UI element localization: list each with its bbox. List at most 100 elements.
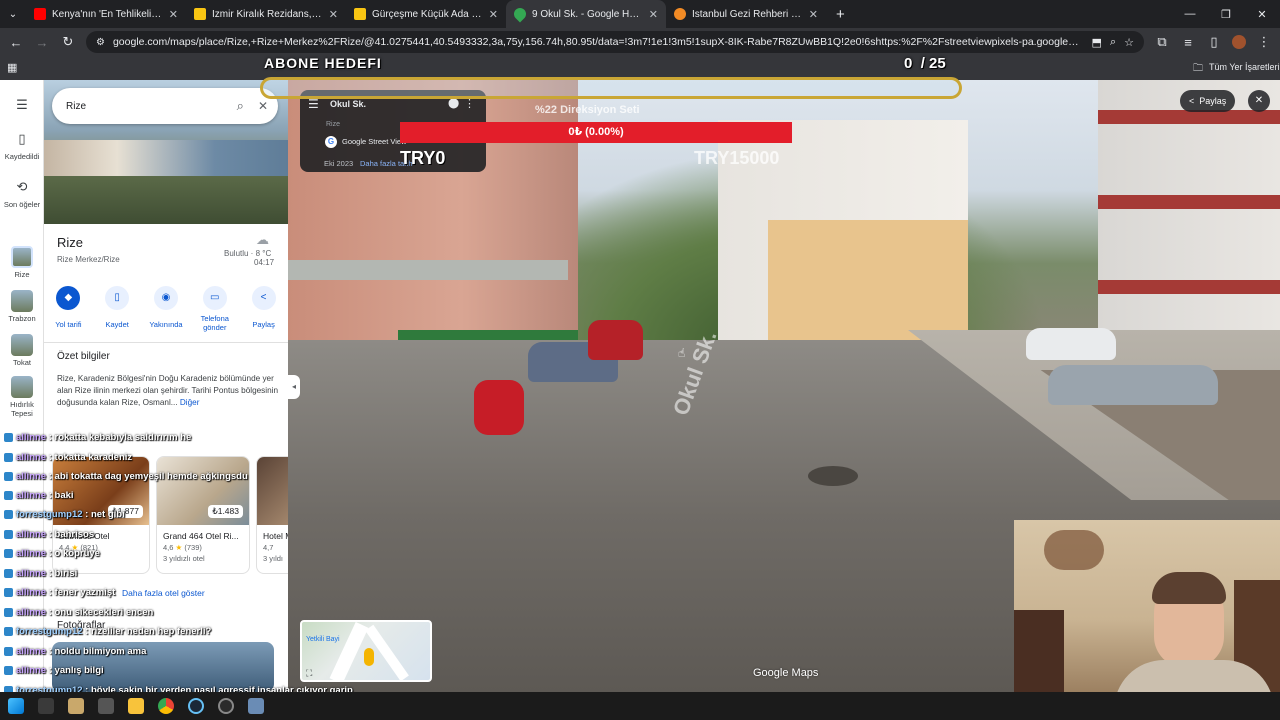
send-to-phone-button[interactable]: ▭ Telefona gönder [193, 286, 237, 338]
rail-label: Rize [14, 270, 30, 279]
close-tab-icon[interactable]: ✕ [329, 8, 338, 21]
close-window-button[interactable]: ✕ [1244, 8, 1280, 21]
close-street-view-button[interactable]: ✕ [1248, 90, 1270, 112]
place-actions: ◆ Yol tarifi ▯ Kaydet ◉ Yakınında ▭ Telefona… [44, 286, 288, 338]
youtube-icon [34, 8, 46, 20]
address-bar[interactable]: ⚙ google.com/maps/place/Rize,+Rize+Merke… [86, 31, 1144, 53]
nearby-button[interactable]: ◉ Yakınında [144, 286, 188, 338]
clear-search-icon[interactable]: ✕ [258, 99, 268, 113]
expand-map-icon[interactable]: ⛶ [306, 668, 312, 679]
calculator-icon[interactable] [248, 698, 264, 714]
zoom-icon[interactable]: ⌕ [1110, 36, 1116, 49]
rail-label: Trabzon [8, 314, 36, 323]
back-arrow-icon[interactable]: ☰ [308, 97, 319, 111]
rail-item-saved[interactable]: ▯ Kaydedildi [0, 128, 44, 161]
browser-menu-icon[interactable]: ⋮ [1256, 34, 1272, 50]
close-tab-icon[interactable]: ✕ [809, 8, 818, 21]
reload-icon[interactable]: ↻ [60, 34, 76, 50]
site-info-icon[interactable]: ⚙ [96, 37, 105, 48]
browser-tab[interactable]: İstanbul Gezi Rehberi - İstanbul ✕ [666, 0, 826, 28]
rail-item-hidirlik[interactable]: Hıdırlık Tepesi [0, 376, 44, 418]
collapse-panel-button[interactable]: ◂ [288, 375, 300, 399]
obs-icon[interactable] [218, 698, 234, 714]
windows-start-icon[interactable] [8, 698, 24, 714]
back-arrow-icon[interactable]: ← [8, 35, 24, 50]
action-label: Paylaş [252, 320, 275, 329]
minimize-window-button[interactable]: — [1172, 8, 1208, 20]
task-view-icon[interactable] [98, 698, 114, 714]
browser-tab[interactable]: İzmir Kiralık Rezidans, Villa, Müs ✕ [186, 0, 346, 28]
chat-message: allinne : onu sikecekleri encen [4, 607, 153, 618]
forward-arrow-icon[interactable]: → [34, 35, 50, 50]
close-tab-icon[interactable]: ✕ [489, 8, 498, 21]
chat-badge-icon [4, 568, 13, 578]
bookmark-star-icon[interactable]: ☆ [1124, 36, 1134, 49]
chat-username: allinne [16, 665, 47, 676]
share-button[interactable]: < Paylaş [242, 286, 286, 338]
action-label: Kaydet [105, 320, 129, 329]
sidebar-icon[interactable]: ▯ [1206, 34, 1222, 50]
travel-guide-icon [674, 8, 686, 20]
share-label: Paylaş [1199, 96, 1227, 106]
action-label: Yol tarifi [55, 320, 82, 329]
place-thumb [11, 290, 33, 312]
mini-map[interactable]: Yetkili Bayi ⛶ [300, 620, 432, 682]
widgets-icon[interactable] [68, 698, 84, 714]
chat-message: forrestgump12 : rizeliler neden hep fene… [4, 626, 211, 637]
rail-item-rize[interactable]: Rize [0, 246, 44, 279]
chat-message: allinne : rokatta kebabıyla saldırırım h… [4, 432, 191, 443]
share-button-sv[interactable]: < Paylaş [1180, 90, 1236, 112]
browser-tab[interactable]: Gürçeşme Küçük Ada Mahallesi ✕ [346, 0, 506, 28]
more-hotels-link[interactable]: Daha fazla otel göster [122, 588, 205, 598]
chat-badge-icon [4, 626, 13, 636]
search-icon[interactable]: ⌕ [237, 98, 244, 114]
close-tab-icon[interactable]: ✕ [649, 8, 658, 21]
browser-toolbar: ← → ↻ ⚙ google.com/maps/place/Rize,+Rize… [0, 28, 1280, 56]
menu-button[interactable]: ☰ [0, 94, 44, 118]
restore-window-button[interactable]: ❐ [1208, 8, 1244, 21]
more-link[interactable]: Diğer [180, 398, 200, 407]
chat-text: fener yazmişt [54, 587, 116, 598]
folder-icon[interactable]: 🗀 [1193, 61, 1203, 78]
manhole-cover [808, 466, 858, 486]
directions-button[interactable]: ◆ Yol tarifi [46, 286, 90, 338]
apps-grid-icon[interactable]: ▦ [7, 61, 17, 74]
chat-username: allinne [16, 646, 47, 657]
rating-value: 4,7 [263, 543, 274, 552]
chat-badge-icon [4, 509, 13, 519]
cursor-icon: ☝ [678, 346, 686, 360]
rail-item-tokat[interactable]: Tokat [0, 334, 44, 367]
extensions-icon[interactable]: ⧉ [1154, 34, 1170, 50]
chat-text: abi tokatta dag yemyeşil hemde ağkingsdu [54, 471, 248, 482]
subscriber-goal-bar [260, 77, 962, 99]
steam-icon[interactable] [188, 698, 204, 714]
chrome-icon[interactable] [158, 698, 174, 714]
hotel-card[interactable]: Hotel M 4,7 3 yıldı [256, 456, 288, 574]
location-pin-icon[interactable]: ⬤ [448, 98, 459, 109]
save-button[interactable]: ▯ Kaydet [95, 286, 139, 338]
chat-badge-icon [4, 529, 13, 539]
close-tab-icon[interactable]: ✕ [169, 8, 178, 21]
chat-text: rizeliler neden hep fenerli? [90, 626, 212, 637]
chat-badge-icon [4, 490, 13, 500]
rail-item-recent[interactable]: ⟲ Son öğeler [0, 176, 44, 209]
chat-username: allinne [16, 548, 47, 559]
tab-list-icon[interactable]: ⌄ [0, 9, 26, 20]
browser-tab-bar: ⌄ Kenya'nın 'En Tehlikeli' Mahalle ✕ İzmi… [0, 0, 1280, 28]
browser-tab-active[interactable]: 9 Okul Sk. - Google Haritalar ✕ [506, 0, 666, 28]
search-input[interactable]: Rize [66, 101, 237, 112]
file-explorer-icon[interactable] [128, 698, 144, 714]
address-url: google.com/maps/place/Rize,+Rize+Merkez%… [112, 36, 1084, 48]
hamburger-menu-icon[interactable]: ☰ [11, 94, 33, 116]
hotel-name: Hotel M [263, 531, 288, 541]
rail-item-trabzon[interactable]: Trabzon [0, 290, 44, 323]
media-controls-icon[interactable]: ≡ [1180, 35, 1196, 50]
search-icon[interactable] [38, 698, 54, 714]
hotel-stars: 3 yıldı [263, 554, 284, 563]
install-app-icon[interactable]: ⬒ [1092, 36, 1102, 49]
profile-avatar[interactable] [1232, 35, 1246, 49]
search-box[interactable]: Rize ⌕ ✕ [52, 88, 278, 124]
all-bookmarks-label[interactable]: Tüm Yer İşaretleri [1209, 62, 1280, 72]
new-tab-button[interactable]: + [826, 6, 855, 23]
browser-tab[interactable]: Kenya'nın 'En Tehlikeli' Mahalle ✕ [26, 0, 186, 28]
